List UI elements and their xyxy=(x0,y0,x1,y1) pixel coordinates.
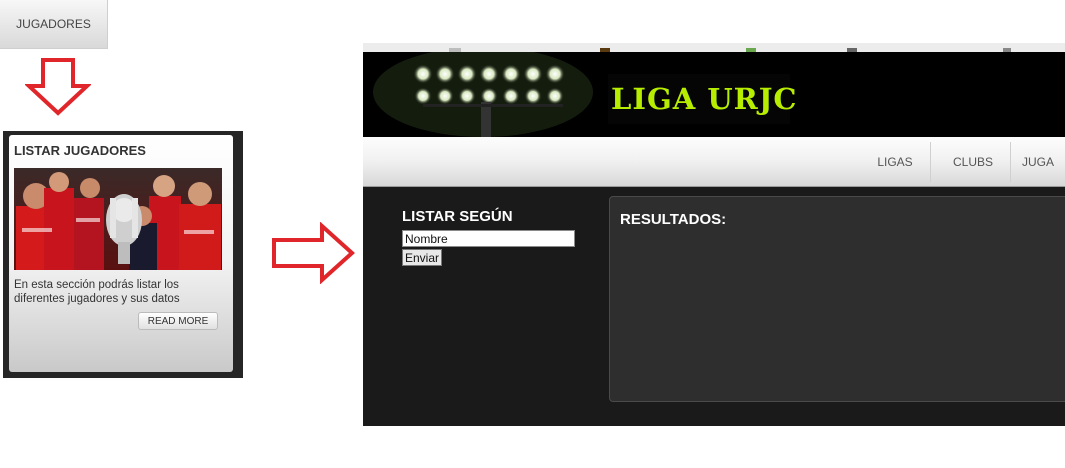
site-logo[interactable]: LIGA URJC xyxy=(611,82,798,116)
browser-toolbar-strip xyxy=(363,43,1065,55)
nav-separator xyxy=(930,142,931,182)
tab-jugadores[interactable]: JUGADORES xyxy=(0,0,108,49)
nav-item-clubs[interactable]: CLUBS xyxy=(938,137,1008,186)
card-description: En esta sección podrás listar los difere… xyxy=(14,279,180,305)
tab-jugadores-label: JUGADORES xyxy=(16,17,91,31)
enviar-button[interactable]: Enviar xyxy=(402,249,443,266)
form-title: LISTAR SEGÚN xyxy=(402,208,513,225)
nombre-input[interactable] xyxy=(402,230,575,247)
nav-item-ligas-label: LIGAS xyxy=(877,154,913,169)
card-title: LISTAR JUGADORES xyxy=(14,143,146,158)
team-photo xyxy=(14,168,222,270)
nav-item-jugadores-label: JUGA xyxy=(1022,154,1055,169)
nav-item-clubs-label: CLUBS xyxy=(952,154,993,169)
nav-separator xyxy=(1010,142,1011,182)
down-arrow-icon xyxy=(25,58,91,116)
nav-item-jugadores[interactable]: JUGA xyxy=(1022,137,1065,186)
nav-item-ligas[interactable]: LIGAS xyxy=(862,137,928,186)
right-arrow-icon xyxy=(272,222,355,284)
read-more-button[interactable]: READ MORE xyxy=(138,312,218,330)
results-title: RESULTADOS: xyxy=(620,211,727,228)
read-more-label: READ MORE xyxy=(147,315,209,327)
